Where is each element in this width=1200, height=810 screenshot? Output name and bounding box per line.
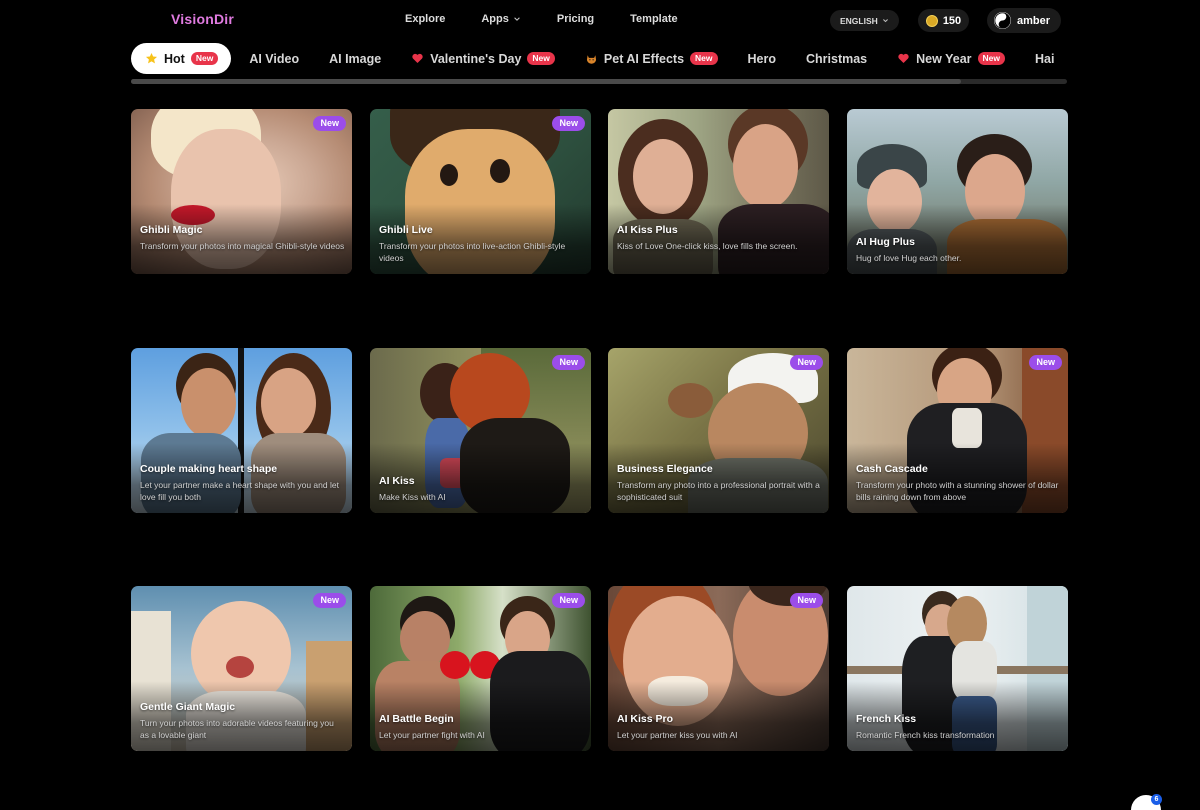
tab-hai[interactable]: Hai: [1035, 43, 1054, 74]
new-badge: New: [552, 116, 585, 131]
card-title: AI Kiss: [379, 475, 415, 487]
card-description: Transform your photo with a stunning sho…: [856, 480, 1059, 502]
tab-pet-label: Pet AI Effects: [603, 51, 685, 66]
card-title: Cash Cascade: [856, 463, 928, 475]
new-badge: New: [190, 52, 219, 65]
new-badge: New: [1029, 355, 1062, 370]
card-description: Romantic French kiss transformation: [856, 730, 995, 740]
heart-icon: [412, 53, 423, 64]
card-description: Let your partner make a heart shape with…: [140, 480, 339, 502]
card-description: Transform your photos into magical Ghibl…: [140, 241, 345, 251]
card-couple-heart-shape[interactable]: Couple making heart shape Let your partn…: [131, 348, 352, 513]
new-badge: New: [690, 52, 718, 65]
notification-count: 6: [1151, 794, 1162, 805]
cat-icon: [586, 55, 596, 64]
card-title: AI Kiss Plus: [617, 224, 678, 236]
card-cash-cascade[interactable]: New Cash Cascade Transform your photo wi…: [847, 348, 1068, 513]
tab-ai-image-label: AI Image: [329, 51, 382, 66]
card-ghibli-magic[interactable]: New Ghibli Magic Transform your photos i…: [131, 109, 352, 274]
tab-ai-video[interactable]: AI Video: [249, 43, 299, 74]
tab-hot-label: Hot: [164, 51, 185, 66]
tab-ai-image[interactable]: AI Image: [329, 43, 381, 74]
card-title: French Kiss: [856, 713, 917, 725]
card-description: Let your partner kiss you with AI: [617, 730, 738, 740]
new-badge: New: [552, 593, 585, 608]
username: amber: [1017, 14, 1051, 27]
new-badge: New: [527, 52, 555, 65]
card-title: AI Battle Begin: [379, 713, 454, 725]
card-ghibli-live[interactable]: New Ghibli Live Transform your photos in…: [370, 109, 591, 274]
card-title: Ghibli Live: [379, 224, 433, 236]
nav-apps[interactable]: Apps: [481, 13, 521, 25]
new-badge: New: [790, 355, 823, 370]
card-title: Ghibli Magic: [140, 224, 203, 236]
card-title: AI Hug Plus: [856, 236, 915, 248]
nav-explore[interactable]: Explore: [405, 13, 445, 25]
chevron-down-icon: [882, 19, 888, 23]
nav-explore-label: Explore: [405, 13, 446, 25]
tabs-scrollbar[interactable]: [131, 79, 1067, 84]
card-description: Make Kiss with AI: [379, 492, 446, 502]
logo[interactable]: VisionDir: [171, 11, 234, 27]
avatar: [994, 12, 1011, 29]
chevron-down-icon: [514, 17, 520, 21]
card-title: Couple making heart shape: [140, 463, 278, 475]
category-tabs: Hot New AI Video AI Image Valentine's Da…: [131, 43, 1067, 74]
card-ai-kiss[interactable]: New AI Kiss Make Kiss with AI: [370, 348, 591, 513]
tab-christmas[interactable]: Christmas: [806, 43, 867, 74]
card-title: Gentle Giant Magic: [140, 701, 236, 713]
card-french-kiss[interactable]: French Kiss Romantic French kiss transfo…: [847, 586, 1068, 751]
card-description: Transform any photo into a professional …: [617, 480, 820, 502]
new-badge: New: [552, 355, 585, 370]
card-description: Hug of love Hug each other.: [856, 253, 962, 263]
card-description: Let your partner fight with AI: [379, 730, 485, 740]
tab-pet-ai-effects[interactable]: Pet AI Effects New: [585, 43, 718, 74]
tab-valentines-day[interactable]: Valentine's Day New: [411, 43, 555, 74]
tab-new-year-label: New Year: [916, 51, 972, 66]
card-description: Kiss of Love One-click kiss, love fills …: [617, 241, 798, 251]
new-badge: New: [790, 593, 823, 608]
tab-hero-label: Hero: [747, 51, 776, 66]
card-description: Transform your photos into live-action G…: [379, 241, 566, 263]
card-gentle-giant-magic[interactable]: New Gentle Giant Magic Turn your photos …: [131, 586, 352, 751]
language-selector[interactable]: ENGLISH: [830, 10, 899, 31]
tab-christmas-label: Christmas: [806, 51, 868, 66]
tab-hero[interactable]: Hero: [748, 43, 776, 74]
nav-apps-label: Apps: [481, 13, 509, 25]
card-description: Turn your photos into adorable videos fe…: [140, 718, 334, 740]
card-ai-battle-begin[interactable]: New AI Battle Begin Let your partner fig…: [370, 586, 591, 751]
nav-template-label: Template: [630, 13, 678, 25]
card-title: AI Kiss Pro: [617, 713, 674, 725]
star-icon: [145, 52, 158, 64]
card-ai-kiss-plus[interactable]: AI Kiss Plus Kiss of Love One-click kiss…: [608, 109, 829, 274]
credits-count: 150: [942, 14, 962, 27]
tab-new-year[interactable]: New Year New: [897, 43, 1005, 74]
top-header: VisionDir Explore Apps Pricing Template …: [0, 0, 1200, 40]
card-business-elegance[interactable]: New Business Elegance Transform any phot…: [608, 348, 829, 513]
nav-pricing[interactable]: Pricing: [557, 13, 594, 25]
scrollbar-thumb[interactable]: [131, 79, 961, 84]
new-badge: New: [313, 593, 346, 608]
nav-pricing-label: Pricing: [556, 13, 595, 25]
card-title: Business Elegance: [617, 463, 713, 475]
coin-icon: [925, 14, 938, 27]
tab-hot[interactable]: Hot New: [131, 43, 232, 74]
new-badge: New: [977, 52, 1005, 65]
main-nav: Explore Apps Pricing Template: [405, 13, 714, 25]
tab-valentines-label: Valentine's Day: [430, 51, 522, 66]
language-label: ENGLISH: [840, 15, 878, 26]
heart-icon: [898, 53, 909, 64]
card-ai-kiss-pro[interactable]: New AI Kiss Pro Let your partner kiss yo…: [608, 586, 829, 751]
nav-template[interactable]: Template: [630, 13, 677, 25]
credits-badge[interactable]: 150: [918, 9, 969, 32]
user-menu[interactable]: amber: [987, 8, 1061, 33]
tab-hai-label: Hai: [1035, 51, 1055, 66]
card-ai-hug-plus[interactable]: AI Hug Plus Hug of love Hug each other.: [847, 109, 1068, 274]
new-badge: New: [313, 116, 346, 131]
yin-yang-icon: [994, 12, 1011, 29]
tab-ai-video-label: AI Video: [249, 51, 300, 66]
